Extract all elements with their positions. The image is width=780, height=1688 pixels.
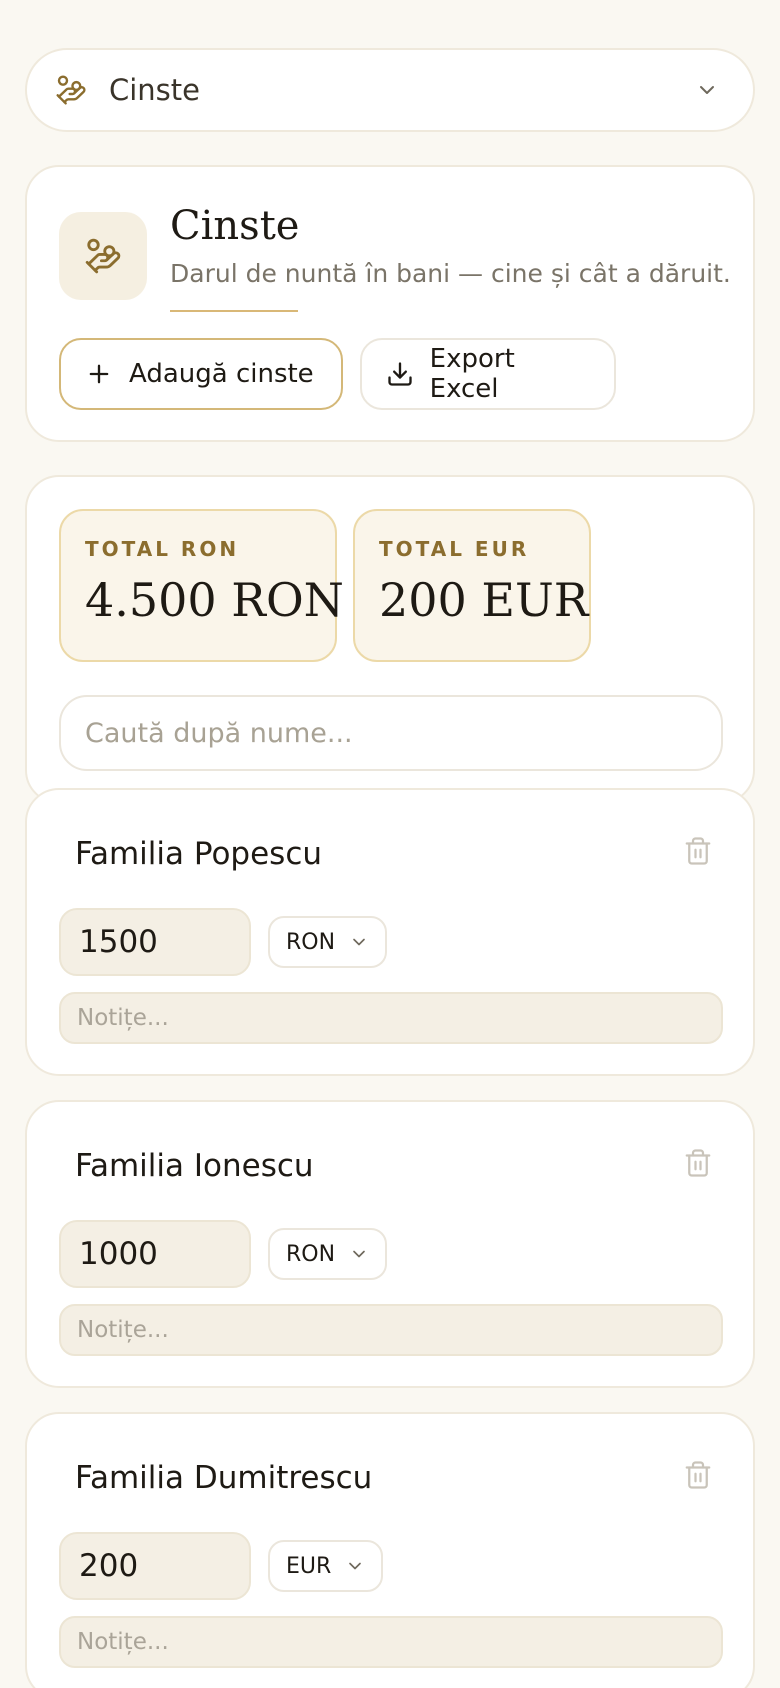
total-eur-value: 200 EUR [379,573,589,627]
gift-name: Familia Popescu [75,836,323,872]
currency-value: RON [286,929,336,955]
chevron-down-icon [345,1556,365,1576]
notes-input[interactable] [59,1304,723,1356]
currency-value: EUR [286,1553,332,1579]
notes-input[interactable] [59,992,723,1044]
currency-select[interactable]: EUR [268,1540,384,1592]
amount-input[interactable] [59,1220,251,1288]
download-icon [386,359,416,389]
gift-card: Familia Ionescu RON [25,1100,755,1388]
header-card: Cinste Darul de nuntă în bani — cine și … [25,165,755,442]
plus-icon [85,359,115,389]
search-input[interactable] [59,695,723,771]
amount-input[interactable] [59,1532,251,1600]
total-ron-box: TOTAL RON 4.500 RON [59,509,344,662]
currency-value: RON [286,1241,336,1267]
gift-name: Familia Dumitrescu [75,1460,373,1496]
total-ron-value: 4.500 RON [85,573,344,627]
section-selector[interactable]: Cinste [25,48,755,132]
totals-card: TOTAL RON 4.500 RON TOTAL EUR 200 EUR [25,475,755,804]
amount-input[interactable] [59,908,251,976]
export-excel-button[interactable]: Export Excel [360,338,616,410]
page-subtitle: Darul de nuntă în bani — cine și cât a d… [170,259,731,288]
chevron-down-icon [349,932,369,952]
page-title: Cinste [170,203,300,249]
chevron-down-icon [349,1244,369,1264]
gift-card: Familia Popescu RON [25,788,755,1076]
total-ron-label: TOTAL RON [85,537,240,561]
total-eur-box: TOTAL EUR 200 EUR [353,509,591,662]
trash-icon[interactable] [683,1458,713,1492]
trash-icon[interactable] [683,834,713,868]
chevron-down-icon [695,77,721,103]
total-eur-label: TOTAL EUR [379,537,530,561]
title-underline [170,310,298,312]
notes-input[interactable] [59,1616,723,1668]
hand-coins-icon [55,73,89,107]
currency-select[interactable]: RON [268,916,388,968]
gift-name: Familia Ionescu [75,1148,314,1184]
hand-coins-icon [59,212,147,300]
gift-card: Familia Dumitrescu EUR [25,1412,755,1688]
page: Cinste Cinste Darul de nuntă în bani — c… [0,0,780,1688]
currency-select[interactable]: RON [268,1228,388,1280]
trash-icon[interactable] [683,1146,713,1180]
selector-label: Cinste [109,73,201,107]
add-gift-button[interactable]: Adaugă cinste [59,338,343,410]
export-excel-label: Export Excel [429,344,515,404]
add-gift-label: Adaugă cinste [129,359,314,389]
